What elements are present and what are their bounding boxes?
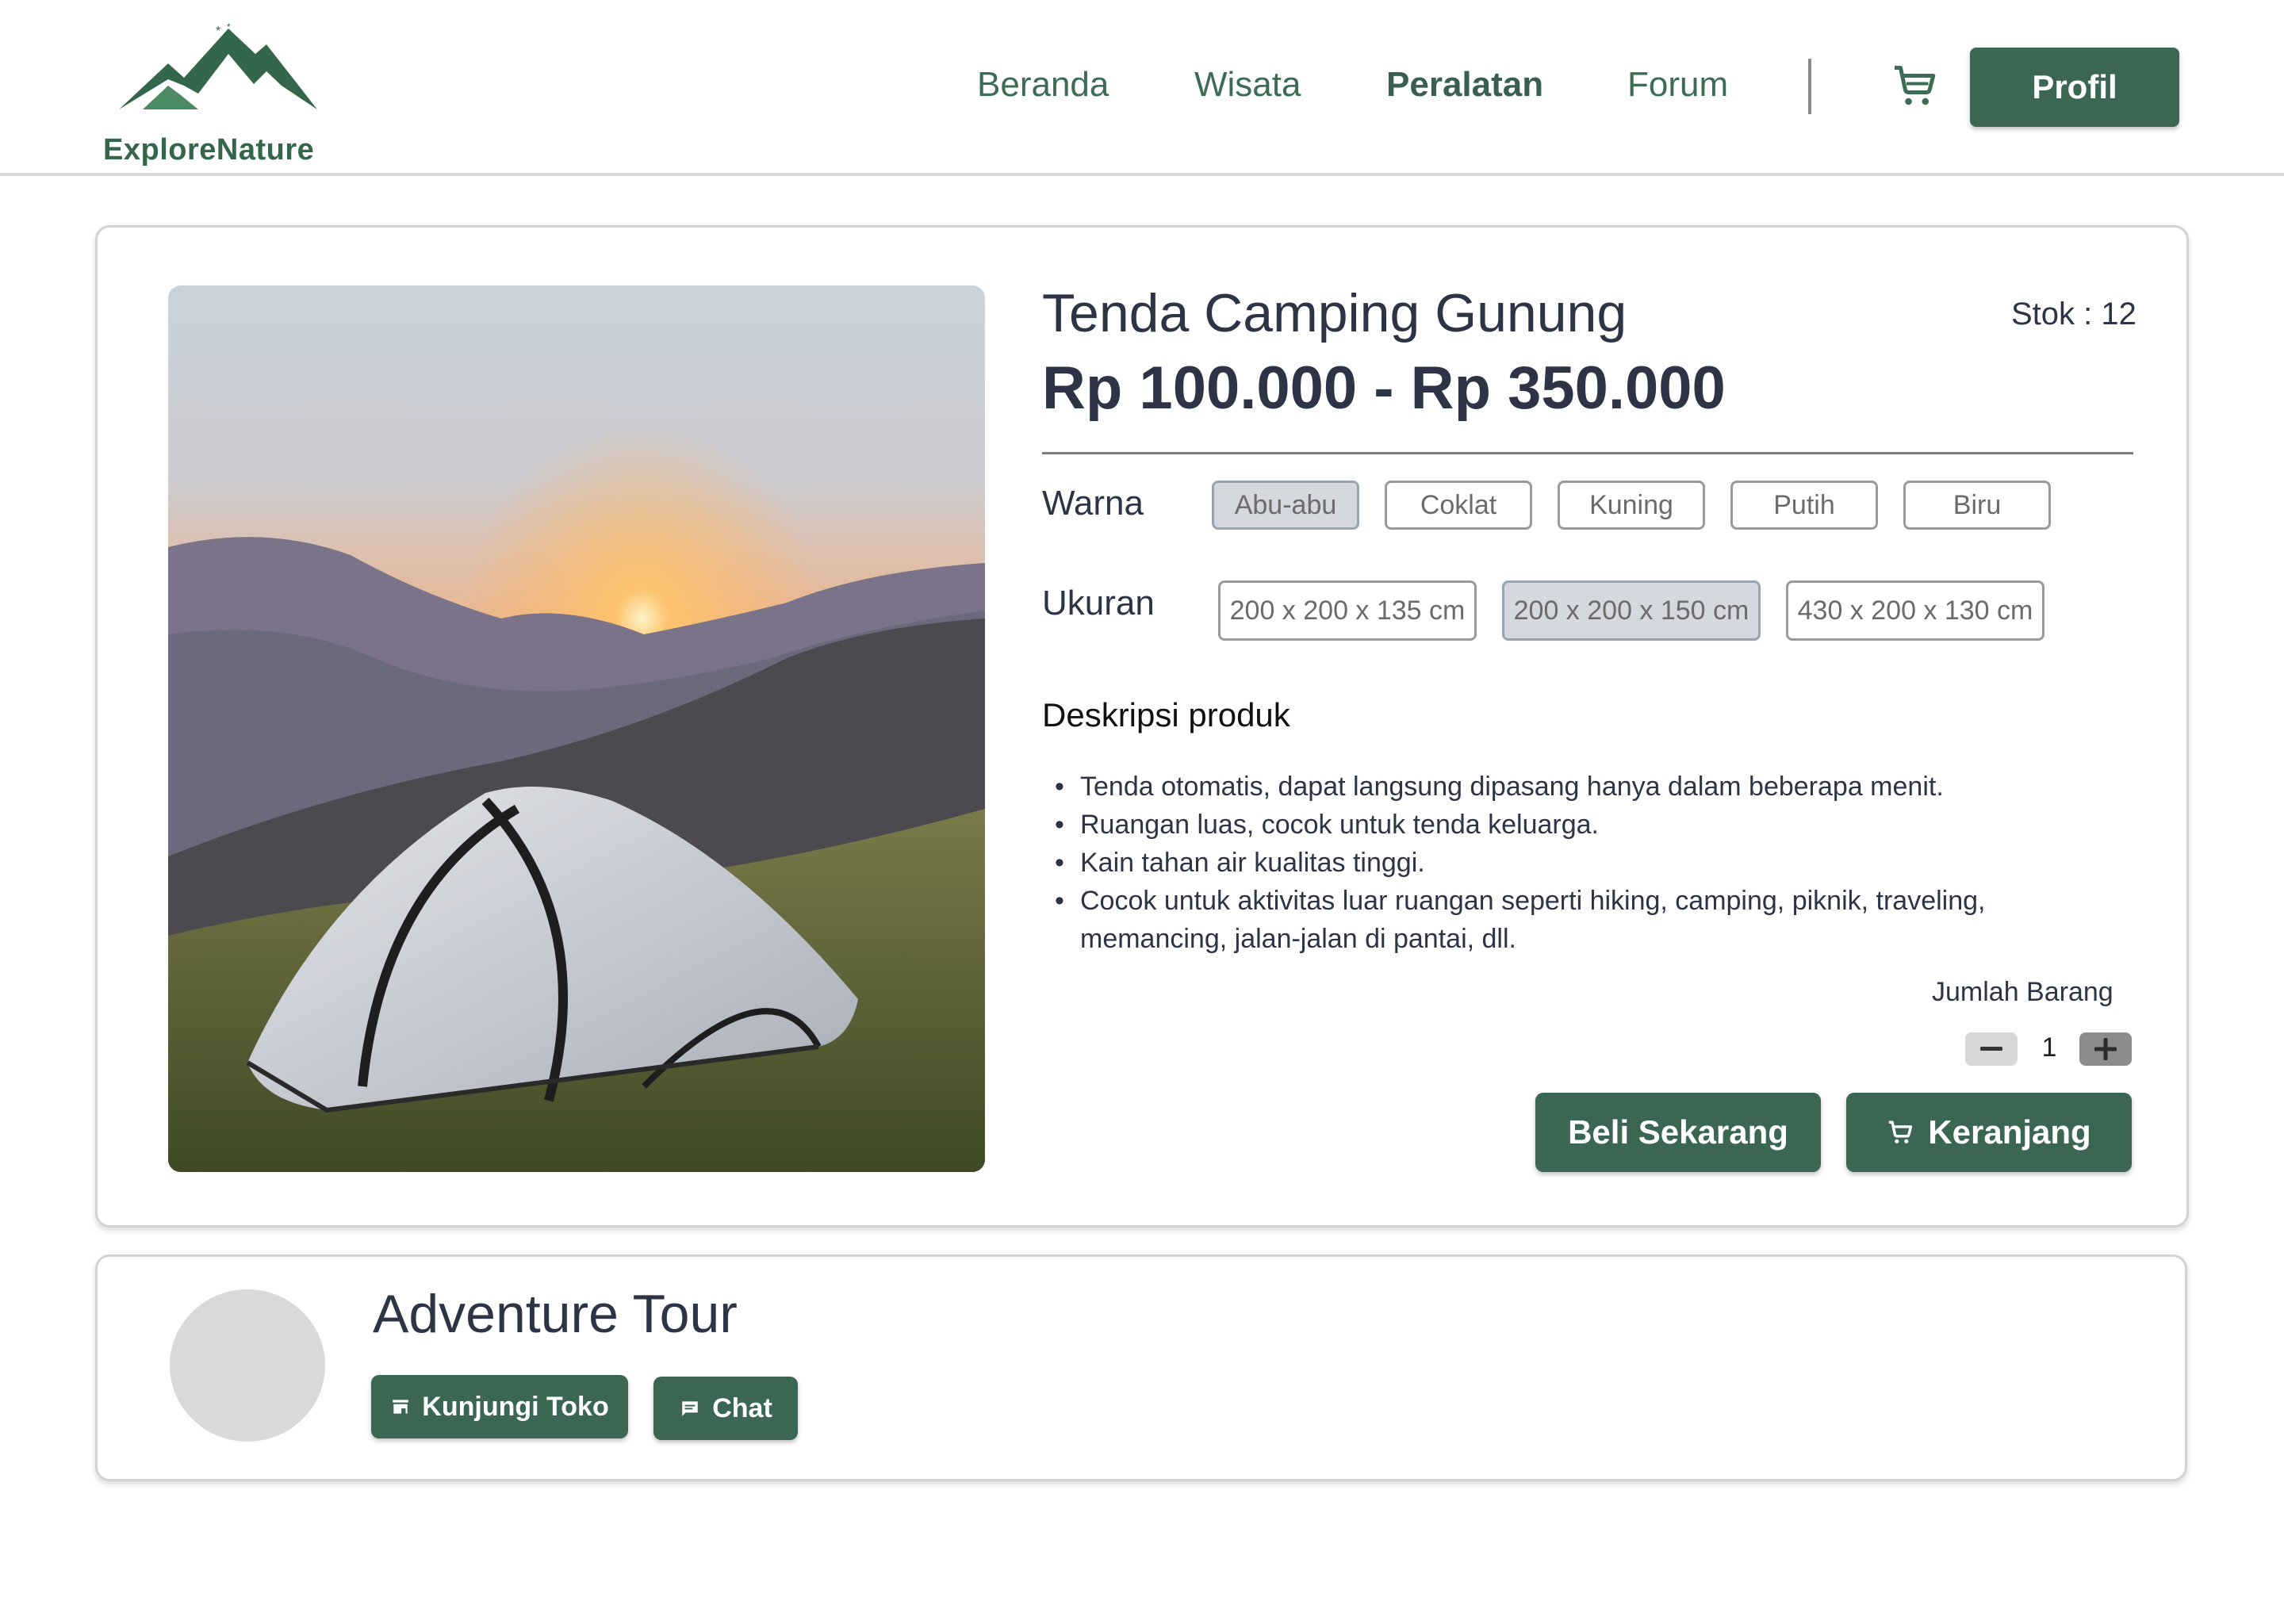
color-label: Warna <box>1042 484 1144 523</box>
logo-text: ExploreNature <box>103 133 315 167</box>
profile-button[interactable]: Profil <box>1970 48 2179 127</box>
description-item: Tenda otomatis, dapat langsung dipasang … <box>1055 768 2110 806</box>
visit-shop-button[interactable]: Kunjungi Toko <box>371 1375 628 1438</box>
quantity-value[interactable]: 1 <box>2041 1032 2057 1063</box>
size-option-2[interactable]: 200 x 200 x 150 cm <box>1502 580 1761 641</box>
quantity-label: Jumlah Barang <box>1932 977 2113 1007</box>
logo[interactable]: * * ExploreNature <box>100 22 322 167</box>
nav-link-peralatan[interactable]: Peralatan <box>1386 65 1543 105</box>
shop-name[interactable]: Adventure Tour <box>373 1283 738 1345</box>
description-item: Cocok untuk aktivitas luar ruangan seper… <box>1055 882 2110 958</box>
product-image <box>168 285 985 1172</box>
size-option-3[interactable]: 430 x 200 x 130 cm <box>1786 580 2044 641</box>
nav-link-beranda[interactable]: Beranda <box>977 65 1109 105</box>
size-option-1[interactable]: 200 x 200 x 135 cm <box>1218 580 1477 641</box>
color-option-biru[interactable]: Biru <box>1903 481 2051 530</box>
plus-icon <box>2094 1038 2117 1060</box>
stock-text: Stok : 12 <box>2011 297 2136 331</box>
buy-now-button[interactable]: Beli Sekarang <box>1535 1093 1821 1172</box>
store-icon <box>390 1396 411 1417</box>
description-list: Tenda otomatis, dapat langsung dipasang … <box>1055 768 2110 958</box>
nav-link-forum[interactable]: Forum <box>1627 65 1728 105</box>
chat-icon <box>679 1398 701 1419</box>
chat-label: Chat <box>712 1392 772 1423</box>
add-to-cart-label: Keranjang <box>1928 1113 2091 1151</box>
visit-shop-label: Kunjungi Toko <box>422 1391 609 1422</box>
quantity-decrease-button[interactable] <box>1965 1032 2018 1066</box>
divider <box>1042 452 2133 454</box>
minus-icon <box>1980 1047 2002 1051</box>
product-title: Tenda Camping Gunung <box>1042 283 1627 343</box>
add-to-cart-button[interactable]: Keranjang <box>1846 1093 2132 1172</box>
nav-divider <box>1808 59 1811 114</box>
quantity-increase-button[interactable] <box>2079 1032 2132 1066</box>
navbar: * * ExploreNature Beranda Wisata Peralat… <box>0 0 2284 176</box>
description-item: Kain tahan air kualitas tinggi. <box>1055 844 2110 882</box>
nav-link-wisata[interactable]: Wisata <box>1194 65 1301 105</box>
chat-button[interactable]: Chat <box>653 1377 798 1440</box>
description-title: Deskripsi produk <box>1042 696 1290 733</box>
color-option-kuning[interactable]: Kuning <box>1558 481 1705 530</box>
color-option-coklat[interactable]: Coklat <box>1385 481 1532 530</box>
shop-avatar[interactable] <box>170 1289 325 1442</box>
color-option-abu-abu[interactable]: Abu-abu <box>1212 481 1359 530</box>
svg-text:*: * <box>216 25 220 38</box>
description-item: Ruangan luas, cocok untuk tenda keluarga… <box>1055 806 2110 844</box>
cart-icon[interactable] <box>1891 62 1938 109</box>
svg-text:*: * <box>227 22 231 33</box>
size-label: Ukuran <box>1042 584 1155 622</box>
product-price: Rp 100.000 - Rp 350.000 <box>1042 354 1726 422</box>
color-option-putih[interactable]: Putih <box>1730 481 1878 530</box>
cart-icon <box>1887 1119 1914 1146</box>
mountain-logo-icon: * * <box>119 22 317 109</box>
